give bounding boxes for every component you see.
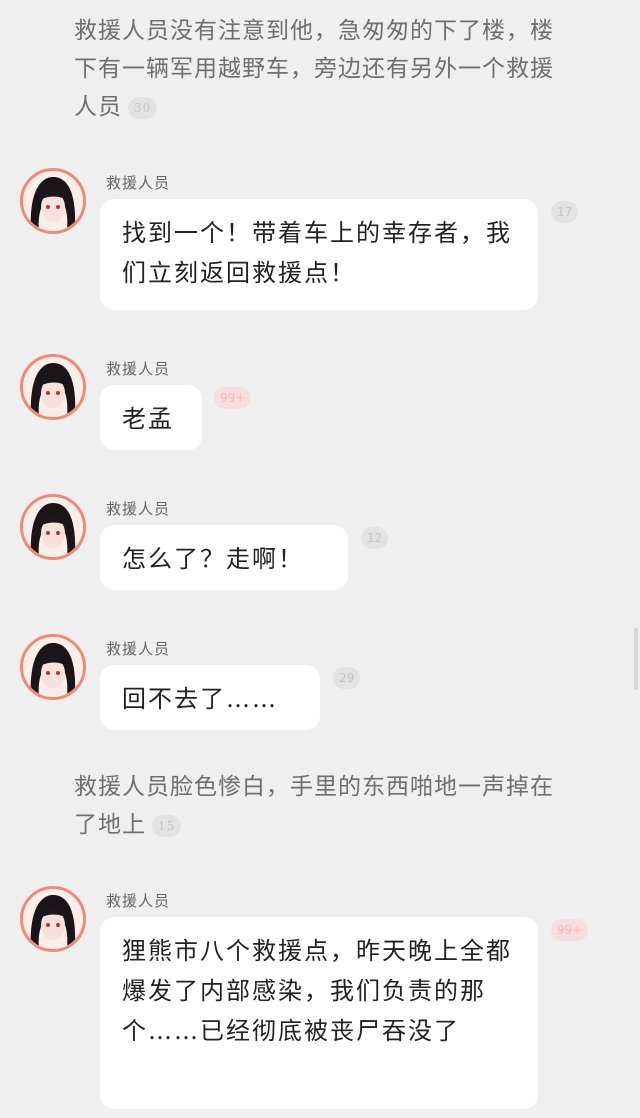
message-bubble[interactable]: 怎么了？走啊！ bbox=[100, 525, 348, 590]
comment-count-badge[interactable]: 99+ bbox=[551, 919, 589, 941]
speaker-name: 救援人员 bbox=[106, 892, 171, 910]
comment-count-badge[interactable]: 12 bbox=[361, 527, 389, 549]
avatar-icon[interactable] bbox=[20, 354, 86, 420]
narration-block: 救援人员没有注意到他，急匆匆的下了楼，楼下有一辆军用越野车，旁边还有另外一个救援… bbox=[74, 12, 574, 126]
avatar-icon[interactable] bbox=[20, 168, 86, 234]
comment-count-badge[interactable]: 30 bbox=[128, 97, 158, 119]
message-bubble[interactable]: 老孟 bbox=[100, 385, 202, 450]
avatar-icon[interactable] bbox=[20, 634, 86, 700]
speaker-name: 救援人员 bbox=[106, 500, 171, 518]
narration-block: 救援人员脸色惨白，手里的东西啪地一声掉在了地上 15 bbox=[74, 768, 574, 844]
message-bubble[interactable]: 回不去了…… bbox=[100, 665, 320, 730]
narration-text: 救援人员脸色惨白，手里的东西啪地一声掉在了地上 bbox=[74, 774, 554, 838]
comment-count-badge[interactable]: 99+ bbox=[214, 387, 252, 409]
speaker-name: 救援人员 bbox=[106, 640, 171, 658]
avatar-icon[interactable] bbox=[20, 494, 86, 560]
avatar-icon[interactable] bbox=[20, 886, 86, 952]
comment-count-badge[interactable]: 15 bbox=[152, 815, 182, 837]
speaker-name: 救援人员 bbox=[106, 174, 171, 192]
scrollbar-thumb[interactable] bbox=[634, 628, 638, 690]
message-bubble[interactable]: 狸熊市八个救援点，昨天晚上全都爆发了内部感染，我们负责的那个……已经彻底被丧尸吞… bbox=[100, 917, 538, 1109]
comment-count-badge[interactable]: 29 bbox=[333, 667, 361, 689]
speaker-name: 救援人员 bbox=[106, 360, 171, 378]
comment-count-badge[interactable]: 17 bbox=[551, 201, 579, 223]
message-bubble[interactable]: 找到一个！带着车上的幸存者，我们立刻返回救援点！ bbox=[100, 199, 538, 310]
